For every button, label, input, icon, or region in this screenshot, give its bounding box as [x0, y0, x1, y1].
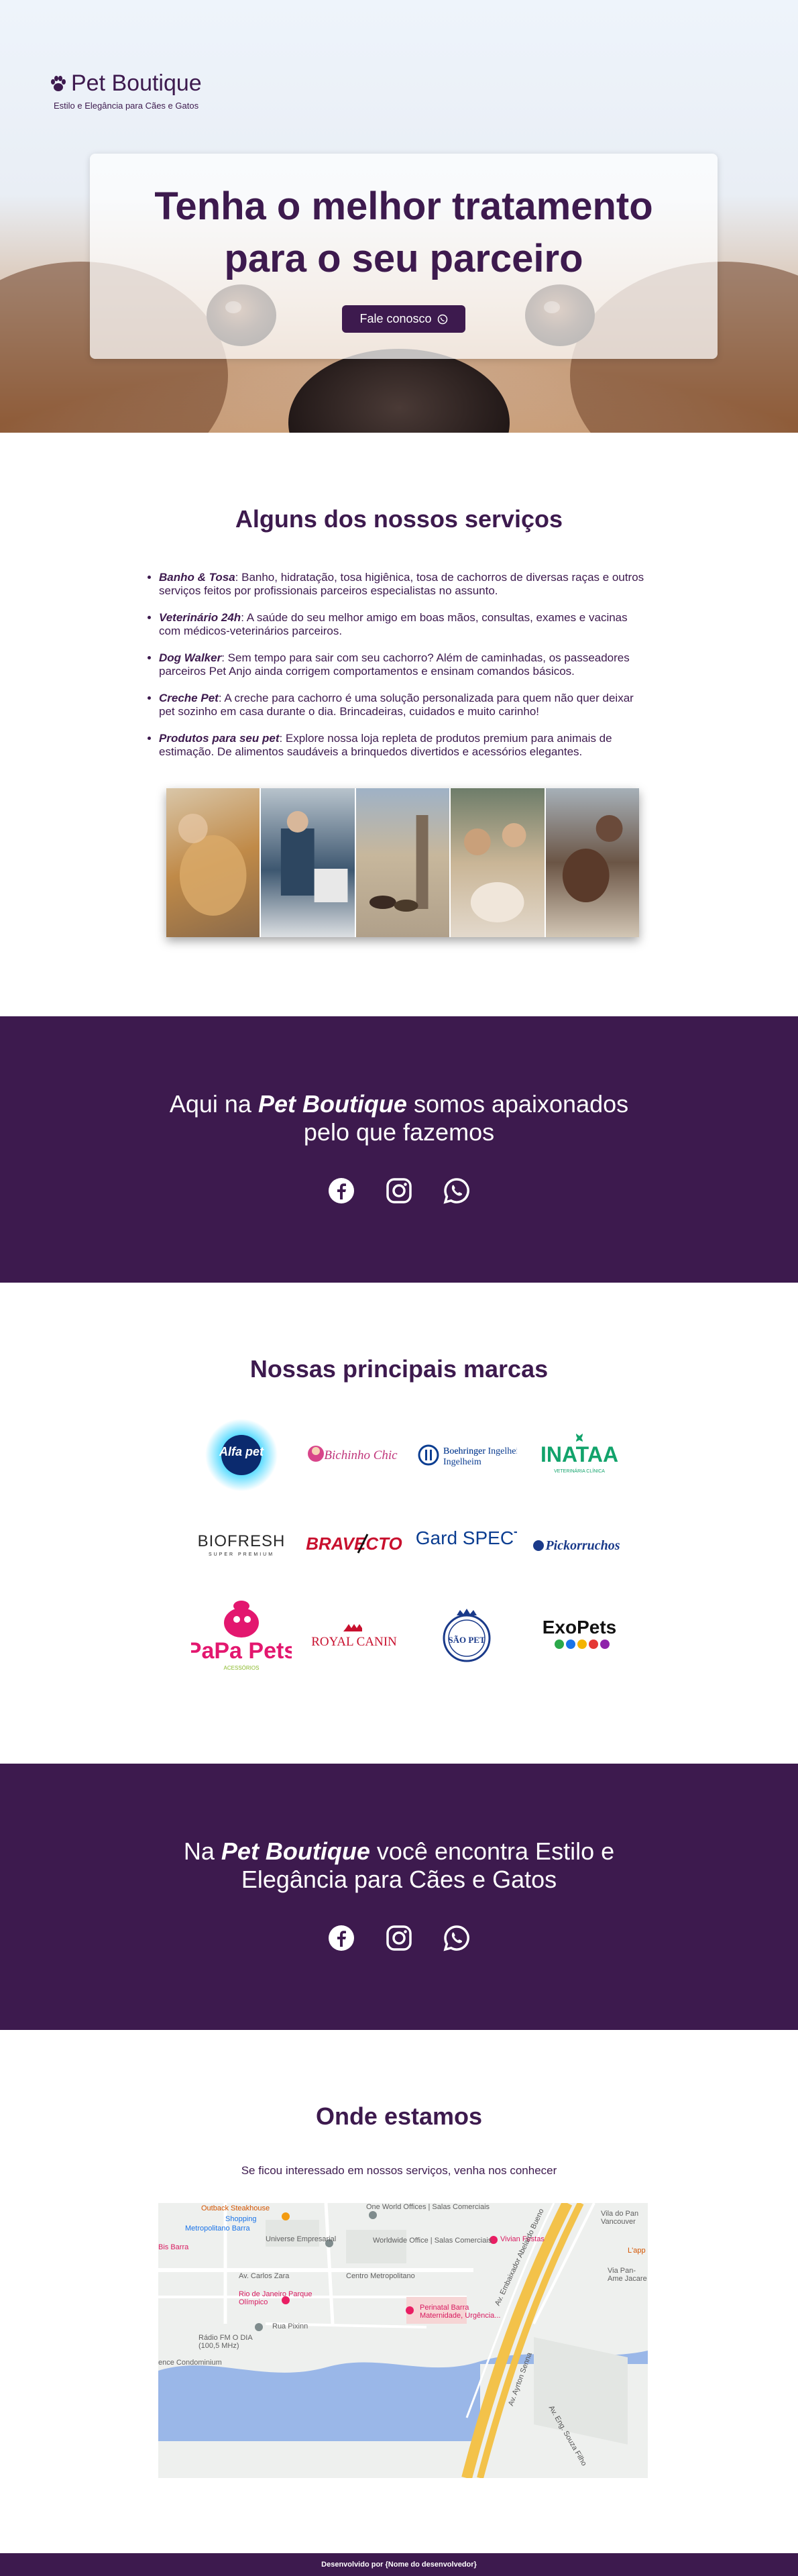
- map-label[interactable]: Worldwide Office | Salas Comerciais: [373, 2237, 492, 2245]
- location-section: Onde estamos Se ficou interessado em nos…: [0, 2030, 798, 2553]
- brand-logo-saopet: SÃO PET: [410, 1589, 523, 1683]
- map-label[interactable]: One World Offices | Salas Comerciais: [366, 2203, 490, 2211]
- brand-subtitle: Estilo e Elegância para Cães e Gatos: [54, 101, 199, 111]
- grooming-photo: [166, 788, 262, 937]
- location-map[interactable]: Outback Steakhouse One World Offices | S…: [158, 2203, 648, 2478]
- brands-title: Nossas principais marcas: [249, 1355, 549, 1383]
- map-label: Av. Carlos Zara: [239, 2272, 290, 2280]
- services-photo-collage: [166, 788, 640, 937]
- brands-section: Nossas principais marcas Alfa pet Bichin…: [0, 1283, 798, 1764]
- list-item: Dog Walker: Sem tempo para sair com seu …: [159, 651, 648, 678]
- brand-header: Pet Boutique Estilo e Elegância para Cãe…: [48, 70, 202, 111]
- map-label[interactable]: L'app: [628, 2247, 646, 2255]
- whatsapp-icon[interactable]: [443, 1925, 470, 1951]
- brand-logo-text: ROYAL CANIN: [311, 1635, 397, 1649]
- service-name: Dog Walker: [159, 651, 222, 664]
- hero-card: Tenha o melhor tratamento para o seu par…: [90, 154, 718, 359]
- list-item: Produtos para seu pet: Explore nossa loj…: [159, 732, 648, 759]
- brand-logo-text: Pickorruchos: [545, 1538, 620, 1553]
- products-photo: [545, 788, 640, 937]
- brand-logo-subtext: ACESSÓRIOS: [224, 1665, 260, 1671]
- map-label[interactable]: Vila do Pan Vancouver: [601, 2210, 648, 2226]
- service-desc: : Sem tempo para sair com seu cachorro? …: [159, 651, 630, 678]
- map-label[interactable]: Bis Barra: [158, 2243, 188, 2251]
- svg-text:Boehringer: Boehringer: [443, 1446, 486, 1456]
- passion-text: Aqui na Pet Boutique somos apaixonados p…: [144, 1090, 654, 1146]
- brand-logo-pickorruchos: Pickorruchos: [523, 1499, 636, 1589]
- map-label[interactable]: Outback Steakhouse: [201, 2204, 270, 2212]
- map-label[interactable]: Metropolitano Barra: [185, 2224, 250, 2233]
- hero-title: Tenha o melhor tratamento para o seu par…: [154, 184, 653, 280]
- contact-button[interactable]: Fale conosco: [342, 305, 465, 333]
- location-subtitle: Se ficou interessado em nossos serviços,…: [241, 2164, 557, 2177]
- list-item: Banho & Tosa: Banho, hidratação, tosa hi…: [159, 571, 648, 598]
- facebook-icon[interactable]: [328, 1177, 355, 1204]
- brand-logo-nexgard: NexGard SPECTRA: [410, 1499, 523, 1589]
- brand-logo-text: NexGard SPECTRA: [416, 1527, 517, 1548]
- vet-photo: [261, 788, 356, 937]
- brand-title[interactable]: Pet Boutique: [71, 70, 202, 97]
- brand-logo-text: BRAVECTO: [306, 1534, 402, 1554]
- brand-logo-inataa: INATAA VETERINÁRIA CLÍNICA: [523, 1411, 636, 1499]
- map-label[interactable]: Via Pan-Ame Jacare: [608, 2267, 648, 2283]
- location-title: Onde estamos: [315, 2102, 483, 2130]
- social-links: [0, 1177, 798, 1204]
- service-name: Creche Pet: [159, 692, 219, 704]
- brand-logo-grid: Alfa pet Bichinho Chic Boehringer Ingelh…: [185, 1411, 798, 1683]
- services-title: Alguns dos nossos serviços: [235, 505, 563, 533]
- map-label[interactable]: ence Condominium: [158, 2359, 222, 2367]
- service-name: Veterinário 24h: [159, 611, 241, 624]
- daycare-photo: [451, 788, 546, 937]
- elegance-banner: Na Pet Boutique você encontra Estilo e E…: [0, 1764, 798, 2030]
- map-label[interactable]: Universe Empresarial: [266, 2235, 336, 2243]
- brand-logo-text: SÃO PET: [448, 1635, 486, 1645]
- contact-button-label: Fale conosco: [359, 312, 432, 325]
- social-links: [0, 1925, 798, 1951]
- brand-logo-text: Alfa pet: [219, 1445, 264, 1458]
- banner-brand: Pet Boutique: [258, 1090, 407, 1118]
- map-label[interactable]: Shopping: [225, 2215, 257, 2223]
- banner-brand: Pet Boutique: [221, 1837, 370, 1865]
- brand-logo-text: PaPa Pets: [191, 1638, 292, 1664]
- map-label[interactable]: Centro Metropolitano: [346, 2272, 415, 2280]
- paw-icon: [51, 75, 66, 91]
- brand-logo-text: INATAA: [540, 1442, 618, 1466]
- brand-logo-text: ExoPets: [543, 1617, 617, 1638]
- passion-banner: Aqui na Pet Boutique somos apaixonados p…: [0, 1016, 798, 1283]
- instagram-icon[interactable]: [386, 1925, 412, 1951]
- list-item: Creche Pet: A creche para cachorro é uma…: [159, 692, 648, 718]
- page-footer: Desenvolvido por {Nome do desenvolvedor}: [0, 2553, 798, 2576]
- brand-logo-text: BIOFRESH: [198, 1532, 286, 1550]
- brand-logo-boehringer: Boehringer IngelheimBoehringerIngelheim: [410, 1411, 523, 1499]
- brand-logo-bichinhochic: Bichinho Chic: [298, 1411, 410, 1499]
- map-label[interactable]: Rio de Janeiro Parque Olímpico: [239, 2290, 312, 2306]
- brand-logo-biofresh: BIOFRESH SUPER PREMIUM: [185, 1499, 298, 1589]
- services-list: Banho & Tosa: Banho, hidratação, tosa hi…: [146, 571, 648, 759]
- brand-logo-subtext: VETERINÁRIA CLÍNICA: [554, 1468, 605, 1474]
- banner-text-prefix: Na: [183, 1837, 221, 1865]
- brand-logo-subtext: SUPER PREMIUM: [209, 1552, 274, 1557]
- list-item: Veterinário 24h: A saúde do seu melhor a…: [159, 611, 648, 638]
- brand-logo-text: Bichinho Chic: [324, 1448, 398, 1462]
- whatsapp-icon[interactable]: [443, 1177, 470, 1204]
- whatsapp-icon: [437, 314, 447, 324]
- brand-logo-papapets: PaPa Pets ACESSÓRIOS: [185, 1589, 298, 1683]
- instagram-icon[interactable]: [386, 1177, 412, 1204]
- brand-logo-exopets: ExoPets: [523, 1589, 636, 1683]
- brand-logo-bravecto: BRAVECTO: [298, 1499, 410, 1589]
- brand-logo-royalcanin: ROYAL CANIN: [298, 1589, 410, 1683]
- services-section: Alguns dos nossos serviços Banho & Tosa:…: [0, 433, 798, 1016]
- facebook-icon[interactable]: [328, 1925, 355, 1951]
- service-desc: : A creche para cachorro é uma solução p…: [159, 692, 634, 718]
- svg-text:Ingelheim: Ingelheim: [443, 1457, 481, 1467]
- dog-walker-photo: [355, 788, 451, 937]
- map-label: Rua Pixinn: [272, 2322, 308, 2330]
- service-name: Banho & Tosa: [159, 571, 235, 584]
- elegance-text: Na Pet Boutique você encontra Estilo e E…: [164, 1837, 634, 1894]
- brand-logo-alfapet: Alfa pet: [185, 1411, 298, 1499]
- service-name: Produtos para seu pet: [159, 732, 280, 745]
- banner-text-prefix: Aqui na: [169, 1090, 258, 1118]
- map-label[interactable]: Rádio FM O DIA (100,5 MHz): [198, 2334, 272, 2350]
- hero-section: Pet Boutique Estilo e Elegância para Cãe…: [0, 0, 798, 433]
